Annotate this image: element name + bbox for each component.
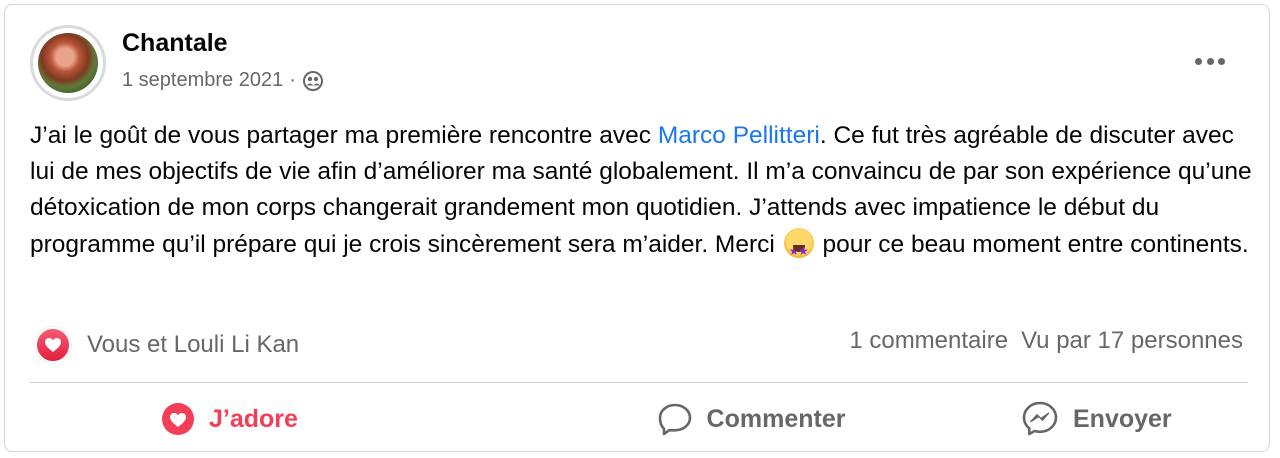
send-button[interactable]: Envoyer — [1021, 388, 1248, 450]
action-bar: J’adore Commenter Envoyer — [30, 388, 1248, 450]
comment-count[interactable]: 1 commentaire — [849, 327, 1008, 355]
post-date[interactable]: 1 septembre 2021 — [122, 69, 283, 92]
post-stats: 1 commentaire Vu par 17 personnes — [849, 327, 1243, 355]
post-card: Chantale 1 septembre 2021 · J’ai le goût… — [4, 4, 1270, 452]
divider — [30, 382, 1248, 383]
love-button[interactable]: J’adore — [30, 388, 481, 450]
comment-icon — [658, 403, 691, 436]
meta-separator: · — [289, 69, 296, 91]
comment-label: Commenter — [706, 404, 846, 433]
post-text-part-3: pour ce beau moment entre continents. — [815, 230, 1249, 258]
author-name[interactable]: Chantale — [122, 29, 228, 58]
send-label: Envoyer — [1073, 404, 1172, 433]
love-label: J’adore — [209, 404, 298, 433]
star-struck-emoji-icon — [783, 227, 814, 269]
post-meta: 1 septembre 2021 · — [122, 69, 324, 92]
love-reaction-icon — [35, 327, 71, 363]
view-count[interactable]: Vu par 17 personnes — [1021, 327, 1243, 355]
love-icon — [162, 403, 194, 435]
post-text: J’ai le goût de vous partager ma premièr… — [30, 118, 1255, 269]
comment-button[interactable]: Commenter — [481, 388, 1021, 450]
mention-link[interactable]: Marco Pellitteri — [658, 122, 820, 149]
post-text-part-1: J’ai le goût de vous partager ma premièr… — [30, 122, 658, 149]
reactions-text[interactable]: Vous et Louli Li Kan — [87, 331, 299, 359]
author-avatar[interactable] — [30, 25, 106, 101]
messenger-icon — [1022, 401, 1058, 436]
reactions-summary[interactable]: Vous et Louli Li Kan — [35, 327, 299, 363]
friends-icon[interactable] — [302, 70, 324, 92]
more-options-icon[interactable] — [1195, 55, 1225, 67]
avatar-photo — [38, 33, 98, 93]
